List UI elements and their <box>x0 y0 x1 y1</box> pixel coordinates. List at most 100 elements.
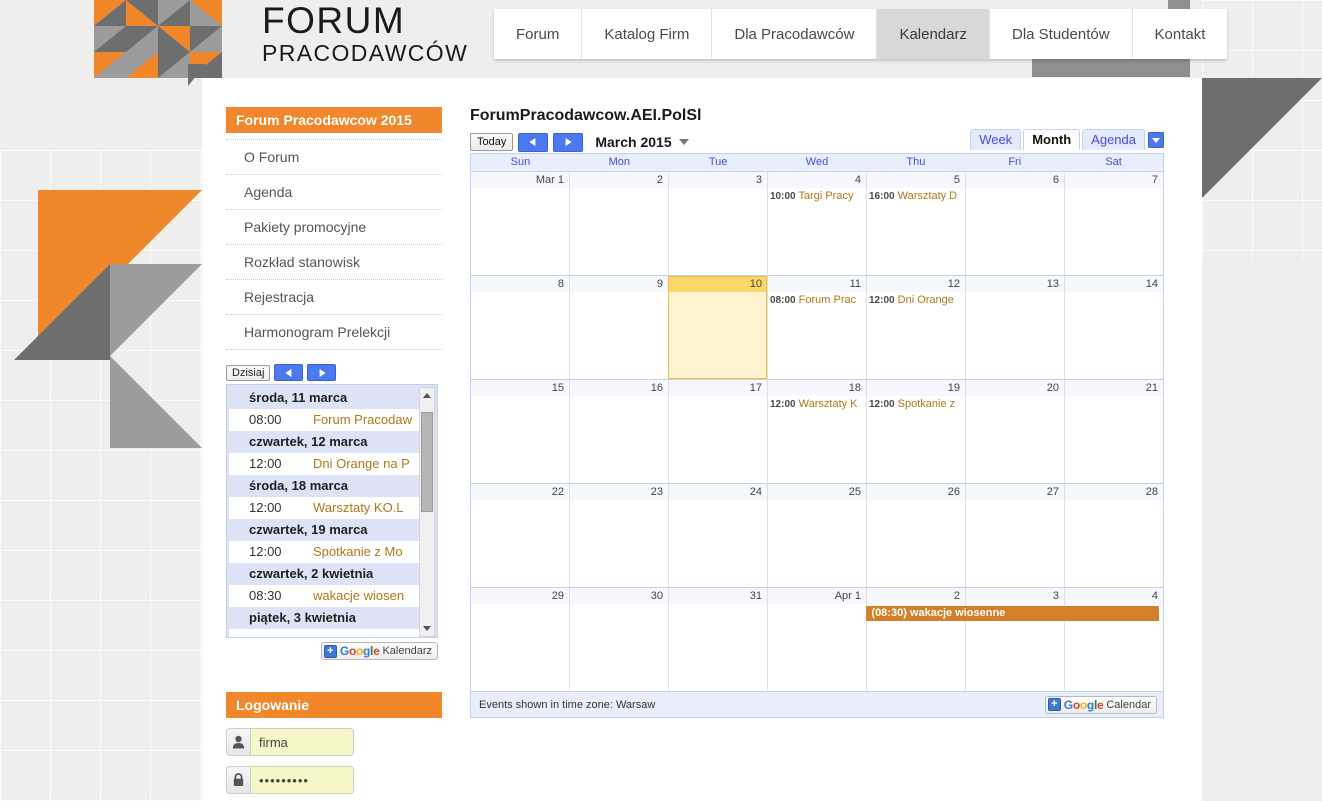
password-input[interactable] <box>250 766 354 794</box>
agenda-list-item[interactable]: 08:30 wakacje wiosen <box>229 585 435 607</box>
agenda-list-item[interactable]: 12:00 Spotkanie z Mo <box>229 541 435 563</box>
day-cell[interactable]: 17 <box>668 380 767 483</box>
day-cell[interactable]: 6 <box>965 172 1064 275</box>
day-cell[interactable]: 30 <box>569 588 668 691</box>
day-cell[interactable]: 27 <box>965 484 1064 587</box>
agenda-list-item[interactable] <box>229 629 435 637</box>
calendar-period-label: March 2015 <box>595 134 672 150</box>
day-cell[interactable]: 16 <box>569 380 668 483</box>
nav-tab-dla-pracodawcow[interactable]: Dla Pracodawców <box>712 9 878 59</box>
agenda-prev-button[interactable] <box>274 364 304 381</box>
login-panel: Logowanie <box>226 692 442 794</box>
tab-agenda[interactable]: Agenda <box>1082 129 1145 150</box>
day-cell[interactable]: 28 <box>1064 484 1163 587</box>
day-cell[interactable]: 7 <box>1064 172 1163 275</box>
day-cell[interactable]: 2 <box>866 588 965 691</box>
calendar-event[interactable]: 12:00 Dni Orange <box>867 292 965 307</box>
sidebar-item-rozklad-stanowisk[interactable]: Rozkład stanowisk <box>226 245 442 280</box>
sidebar-panel-title: Forum Pracodawcow 2015 <box>226 107 442 133</box>
tab-week[interactable]: Week <box>970 129 1022 150</box>
day-cell[interactable]: 24 <box>668 484 767 587</box>
day-cell[interactable]: 8 <box>471 276 569 379</box>
day-cell[interactable]: 3 <box>668 172 767 275</box>
agenda-next-button[interactable] <box>307 364 337 381</box>
sidebar-item-agenda[interactable]: Agenda <box>226 175 442 210</box>
nav-tab-kontakt[interactable]: Kontakt <box>1132 9 1228 59</box>
dow-mon: Mon <box>608 156 630 168</box>
agenda-scrollbar-thumb[interactable] <box>421 412 433 512</box>
day-cell[interactable]: 23 <box>569 484 668 587</box>
day-cell[interactable]: Apr 1 <box>767 588 866 691</box>
calendar-week-row: 22 23 24 25 26 27 28 <box>471 483 1163 587</box>
person-icon-glyph <box>232 735 245 749</box>
sidebar-item-o-forum[interactable]: O Forum <box>226 139 442 175</box>
day-cell[interactable]: 11 08:00 Forum Prac <box>767 276 866 379</box>
day-number: 5 <box>867 172 965 188</box>
day-number: 21 <box>1065 380 1163 396</box>
day-cell[interactable]: 29 <box>471 588 569 691</box>
calendar-event[interactable]: 08:00 Forum Prac <box>768 292 866 307</box>
day-cell[interactable]: 9 <box>569 276 668 379</box>
day-number: 3 <box>669 172 767 188</box>
day-cell[interactable]: 20 <box>965 380 1064 483</box>
username-input[interactable] <box>250 728 354 756</box>
agenda-list-scroll[interactable]: środa, 11 marca 08:00 Forum Pracodaw czw… <box>229 387 435 637</box>
grey-triangle-lower <box>110 356 202 448</box>
day-cell[interactable]: 21 <box>1064 380 1163 483</box>
google-kalendarz-badge[interactable]: + Google Kalendarz <box>320 642 438 660</box>
day-cell[interactable]: 25 <box>767 484 866 587</box>
day-cell[interactable]: 5 16:00 Warsztaty D <box>866 172 965 275</box>
agenda-item-title: Warsztaty KO.L <box>313 500 404 515</box>
calendar-event[interactable]: 12:00 Warsztaty K <box>768 396 866 411</box>
day-cell[interactable]: 15 <box>471 380 569 483</box>
calendar-today-button[interactable]: Today <box>470 133 514 151</box>
sidebar-menu: O Forum Agenda Pakiety promocyjne Rozkła… <box>226 139 442 350</box>
nav-tab-dla-studentow[interactable]: Dla Studentów <box>989 9 1133 59</box>
agenda-scroll-down-icon[interactable] <box>420 621 434 636</box>
day-cell[interactable]: Mar 1 <box>471 172 569 275</box>
agenda-scroll-up-icon[interactable] <box>420 388 434 403</box>
day-cell[interactable]: 18 12:00 Warsztaty K <box>767 380 866 483</box>
day-cell[interactable]: 4 <box>1064 588 1163 691</box>
calendar-title: ForumPracodawcow.AEI.PolSl <box>470 107 702 124</box>
day-number: 9 <box>570 276 668 292</box>
agenda-today-button[interactable]: Dzisiaj <box>226 364 271 381</box>
sidebar-item-rejestracja[interactable]: Rejestracja <box>226 280 442 315</box>
agenda-scrollbar[interactable] <box>419 387 435 637</box>
sidebar-item-pakiety-promocyjne[interactable]: Pakiety promocyjne <box>226 210 442 245</box>
day-cell[interactable]: 14 <box>1064 276 1163 379</box>
day-cell[interactable]: 31 <box>668 588 767 691</box>
agenda-list-item[interactable]: 12:00 Dni Orange na P <box>229 453 435 475</box>
day-cell[interactable]: 13 <box>965 276 1064 379</box>
chevron-down-icon[interactable] <box>678 139 689 145</box>
nav-tab-forum[interactable]: Forum <box>494 9 583 59</box>
day-cell[interactable]: 4 10:00 Targi Pracy <box>767 172 866 275</box>
calendar-event[interactable]: 10:00 Targi Pracy <box>768 188 866 203</box>
view-dropdown-button[interactable] <box>1148 132 1164 148</box>
day-number: 3 <box>966 588 1064 604</box>
day-cell[interactable]: 26 <box>866 484 965 587</box>
tab-month[interactable]: Month <box>1023 129 1081 150</box>
all-day-event-bar[interactable]: (08:30) wakacje wiosenne <box>866 606 1160 621</box>
calendar-event[interactable]: 16:00 Warsztaty D <box>867 188 965 203</box>
nav-tab-katalog-firm[interactable]: Katalog Firm <box>582 9 713 59</box>
agenda-date-header: czwartek, 2 kwietnia <box>229 563 435 585</box>
agenda-gadget: Dzisiaj środa, 11 marca 08:00 Forum Prac… <box>226 364 438 660</box>
agenda-list-item[interactable]: 08:00 Forum Pracodaw <box>229 409 435 431</box>
calendar-next-month-button[interactable] <box>553 132 584 152</box>
day-cell[interactable]: 19 12:00 Spotkanie z <box>866 380 965 483</box>
sidebar-item-harmonogram-prelekcji[interactable]: Harmonogram Prelekcji <box>226 315 442 350</box>
day-cell[interactable]: 3 <box>965 588 1064 691</box>
agenda-badge-row: + Google Kalendarz <box>226 642 438 660</box>
calendar-event[interactable]: 12:00 Spotkanie z <box>867 396 965 411</box>
calendar-prev-month-button[interactable] <box>518 132 549 152</box>
day-number: 24 <box>669 484 767 500</box>
day-cell[interactable]: 22 <box>471 484 569 587</box>
nav-tab-kalendarz[interactable]: Kalendarz <box>877 9 990 59</box>
google-calendar-badge[interactable]: + Google Calendar <box>1044 695 1157 714</box>
agenda-list-item[interactable]: 12:00 Warsztaty KO.L <box>229 497 435 519</box>
day-cell-today[interactable]: 10 <box>668 276 767 379</box>
day-number: 14 <box>1065 276 1163 292</box>
day-cell[interactable]: 2 <box>569 172 668 275</box>
day-cell[interactable]: 12 12:00 Dni Orange <box>866 276 965 379</box>
